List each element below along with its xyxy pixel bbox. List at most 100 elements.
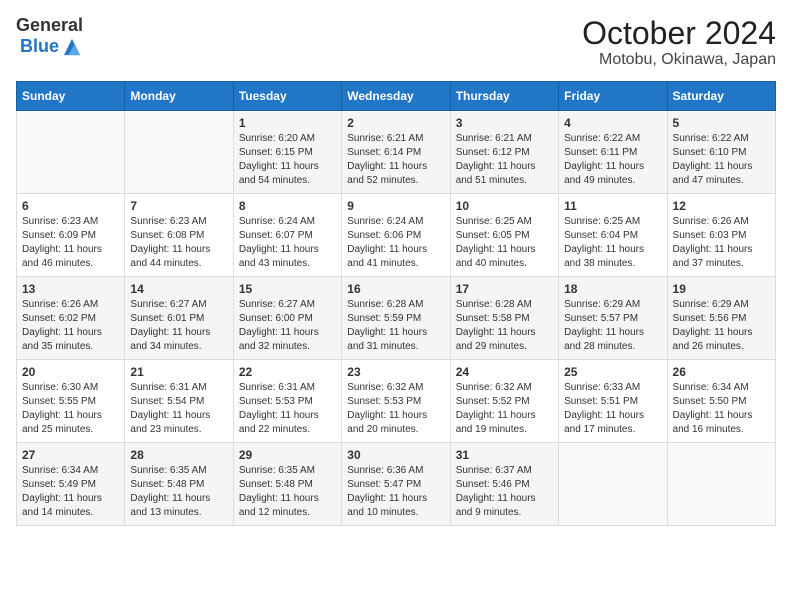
calendar-cell (125, 111, 233, 194)
title-block: October 2024 Motobu, Okinawa, Japan (582, 16, 776, 69)
day-number: 9 (347, 199, 444, 213)
column-header-friday: Friday (559, 82, 667, 111)
header: General Blue October 2024 Motobu, Okinaw… (16, 16, 776, 69)
day-number: 25 (564, 365, 661, 379)
day-number: 21 (130, 365, 227, 379)
calendar-cell: 2 Sunrise: 6:21 AM Sunset: 6:14 PM Daylig… (342, 111, 450, 194)
day-info: Sunrise: 6:32 AM Sunset: 5:53 PM Dayligh… (347, 381, 444, 437)
day-info: Sunrise: 6:21 AM Sunset: 6:14 PM Dayligh… (347, 132, 444, 188)
day-info: Sunrise: 6:25 AM Sunset: 6:05 PM Dayligh… (456, 215, 553, 271)
calendar-cell: 3 Sunrise: 6:21 AM Sunset: 6:12 PM Daylig… (450, 111, 558, 194)
day-headers-row: SundayMondayTuesdayWednesdayThursdayFrid… (17, 82, 776, 111)
day-info: Sunrise: 6:37 AM Sunset: 5:46 PM Dayligh… (456, 464, 553, 520)
day-number: 13 (22, 282, 119, 296)
day-info: Sunrise: 6:26 AM Sunset: 6:03 PM Dayligh… (673, 215, 770, 271)
day-number: 15 (239, 282, 336, 296)
day-info: Sunrise: 6:24 AM Sunset: 6:06 PM Dayligh… (347, 215, 444, 271)
calendar-cell: 19Sunrise: 6:29 AM Sunset: 5:56 PM Dayli… (667, 277, 775, 360)
calendar-cell: 21 Sunrise: 6:31 AM Sunset: 5:54 PM Dayli… (125, 360, 233, 443)
calendar-subtitle: Motobu, Okinawa, Japan (582, 51, 776, 69)
calendar-cell: 13 Sunrise: 6:26 AM Sunset: 6:02 PM Dayli… (17, 277, 125, 360)
column-header-thursday: Thursday (450, 82, 558, 111)
calendar-cell: 27 Sunrise: 6:34 AM Sunset: 5:49 PM Dayli… (17, 443, 125, 526)
week-row-3: 13 Sunrise: 6:26 AM Sunset: 6:02 PM Dayli… (17, 277, 776, 360)
day-info: Sunrise: 6:30 AM Sunset: 5:55 PM Dayligh… (22, 381, 119, 437)
day-number: 8 (239, 199, 336, 213)
day-info: Sunrise: 6:32 AM Sunset: 5:52 PM Dayligh… (456, 381, 553, 437)
day-info: Sunrise: 6:22 AM Sunset: 6:11 PM Dayligh… (564, 132, 661, 188)
day-number: 10 (456, 199, 553, 213)
day-info: Sunrise: 6:31 AM Sunset: 5:53 PM Dayligh… (239, 381, 336, 437)
logo-icon (61, 36, 83, 58)
calendar-cell: 22 Sunrise: 6:31 AM Sunset: 5:53 PM Dayli… (233, 360, 341, 443)
calendar-cell: 29 Sunrise: 6:35 AM Sunset: 5:48 PM Dayli… (233, 443, 341, 526)
day-info: Sunrise: 6:21 AM Sunset: 6:12 PM Dayligh… (456, 132, 553, 188)
day-number: 7 (130, 199, 227, 213)
calendar-cell (559, 443, 667, 526)
logo-blue-text: Blue (20, 37, 59, 57)
calendar-cell: 7 Sunrise: 6:23 AM Sunset: 6:08 PM Daylig… (125, 194, 233, 277)
calendar-cell: 11Sunrise: 6:25 AM Sunset: 6:04 PM Dayli… (559, 194, 667, 277)
day-info: Sunrise: 6:33 AM Sunset: 5:51 PM Dayligh… (564, 381, 661, 437)
calendar-cell (667, 443, 775, 526)
day-info: Sunrise: 6:31 AM Sunset: 5:54 PM Dayligh… (130, 381, 227, 437)
day-number: 3 (456, 116, 553, 130)
day-info: Sunrise: 6:36 AM Sunset: 5:47 PM Dayligh… (347, 464, 444, 520)
day-number: 19 (673, 282, 770, 296)
day-number: 20 (22, 365, 119, 379)
day-info: Sunrise: 6:24 AM Sunset: 6:07 PM Dayligh… (239, 215, 336, 271)
column-header-sunday: Sunday (17, 82, 125, 111)
calendar-cell: 6Sunrise: 6:23 AM Sunset: 6:09 PM Daylig… (17, 194, 125, 277)
day-info: Sunrise: 6:27 AM Sunset: 6:00 PM Dayligh… (239, 298, 336, 354)
day-info: Sunrise: 6:26 AM Sunset: 6:02 PM Dayligh… (22, 298, 119, 354)
calendar-cell: 17 Sunrise: 6:28 AM Sunset: 5:58 PM Dayli… (450, 277, 558, 360)
day-number: 4 (564, 116, 661, 130)
logo-general-text: General (16, 16, 83, 36)
day-info: Sunrise: 6:34 AM Sunset: 5:49 PM Dayligh… (22, 464, 119, 520)
calendar-cell: 8 Sunrise: 6:24 AM Sunset: 6:07 PM Daylig… (233, 194, 341, 277)
calendar-cell: 14 Sunrise: 6:27 AM Sunset: 6:01 PM Dayli… (125, 277, 233, 360)
calendar-table: SundayMondayTuesdayWednesdayThursdayFrid… (16, 81, 776, 526)
calendar-cell: 20 Sunrise: 6:30 AM Sunset: 5:55 PM Dayli… (17, 360, 125, 443)
day-number: 12 (673, 199, 770, 213)
week-row-1: 1Sunrise: 6:20 AM Sunset: 6:15 PM Daylig… (17, 111, 776, 194)
calendar-cell: 5Sunrise: 6:22 AM Sunset: 6:10 PM Daylig… (667, 111, 775, 194)
day-number: 24 (456, 365, 553, 379)
day-info: Sunrise: 6:28 AM Sunset: 5:58 PM Dayligh… (456, 298, 553, 354)
calendar-cell (17, 111, 125, 194)
calendar-cell: 9 Sunrise: 6:24 AM Sunset: 6:06 PM Daylig… (342, 194, 450, 277)
calendar-cell: 4 Sunrise: 6:22 AM Sunset: 6:11 PM Daylig… (559, 111, 667, 194)
calendar-cell: 10 Sunrise: 6:25 AM Sunset: 6:05 PM Dayli… (450, 194, 558, 277)
day-info: Sunrise: 6:23 AM Sunset: 6:08 PM Dayligh… (130, 215, 227, 271)
day-info: Sunrise: 6:34 AM Sunset: 5:50 PM Dayligh… (673, 381, 770, 437)
column-header-tuesday: Tuesday (233, 82, 341, 111)
day-info: Sunrise: 6:27 AM Sunset: 6:01 PM Dayligh… (130, 298, 227, 354)
day-info: Sunrise: 6:22 AM Sunset: 6:10 PM Dayligh… (673, 132, 770, 188)
column-header-monday: Monday (125, 82, 233, 111)
calendar-cell: 24 Sunrise: 6:32 AM Sunset: 5:52 PM Dayli… (450, 360, 558, 443)
column-header-wednesday: Wednesday (342, 82, 450, 111)
calendar-cell: 28Sunrise: 6:35 AM Sunset: 5:48 PM Dayli… (125, 443, 233, 526)
day-number: 30 (347, 448, 444, 462)
calendar-cell: 1Sunrise: 6:20 AM Sunset: 6:15 PM Daylig… (233, 111, 341, 194)
week-row-5: 27 Sunrise: 6:34 AM Sunset: 5:49 PM Dayli… (17, 443, 776, 526)
week-row-4: 20 Sunrise: 6:30 AM Sunset: 5:55 PM Dayli… (17, 360, 776, 443)
calendar-cell: 30 Sunrise: 6:36 AM Sunset: 5:47 PM Dayli… (342, 443, 450, 526)
day-number: 6 (22, 199, 119, 213)
logo: General Blue (16, 16, 83, 58)
day-number: 14 (130, 282, 227, 296)
day-number: 2 (347, 116, 444, 130)
day-info: Sunrise: 6:20 AM Sunset: 6:15 PM Dayligh… (239, 132, 336, 188)
day-number: 27 (22, 448, 119, 462)
day-number: 22 (239, 365, 336, 379)
day-number: 23 (347, 365, 444, 379)
day-info: Sunrise: 6:35 AM Sunset: 5:48 PM Dayligh… (239, 464, 336, 520)
calendar-cell: 16Sunrise: 6:28 AM Sunset: 5:59 PM Dayli… (342, 277, 450, 360)
calendar-cell: 25 Sunrise: 6:33 AM Sunset: 5:51 PM Dayli… (559, 360, 667, 443)
calendar-cell: 18Sunrise: 6:29 AM Sunset: 5:57 PM Dayli… (559, 277, 667, 360)
calendar-cell: 23 Sunrise: 6:32 AM Sunset: 5:53 PM Dayli… (342, 360, 450, 443)
week-row-2: 6Sunrise: 6:23 AM Sunset: 6:09 PM Daylig… (17, 194, 776, 277)
day-number: 29 (239, 448, 336, 462)
day-number: 17 (456, 282, 553, 296)
day-number: 11 (564, 199, 661, 213)
